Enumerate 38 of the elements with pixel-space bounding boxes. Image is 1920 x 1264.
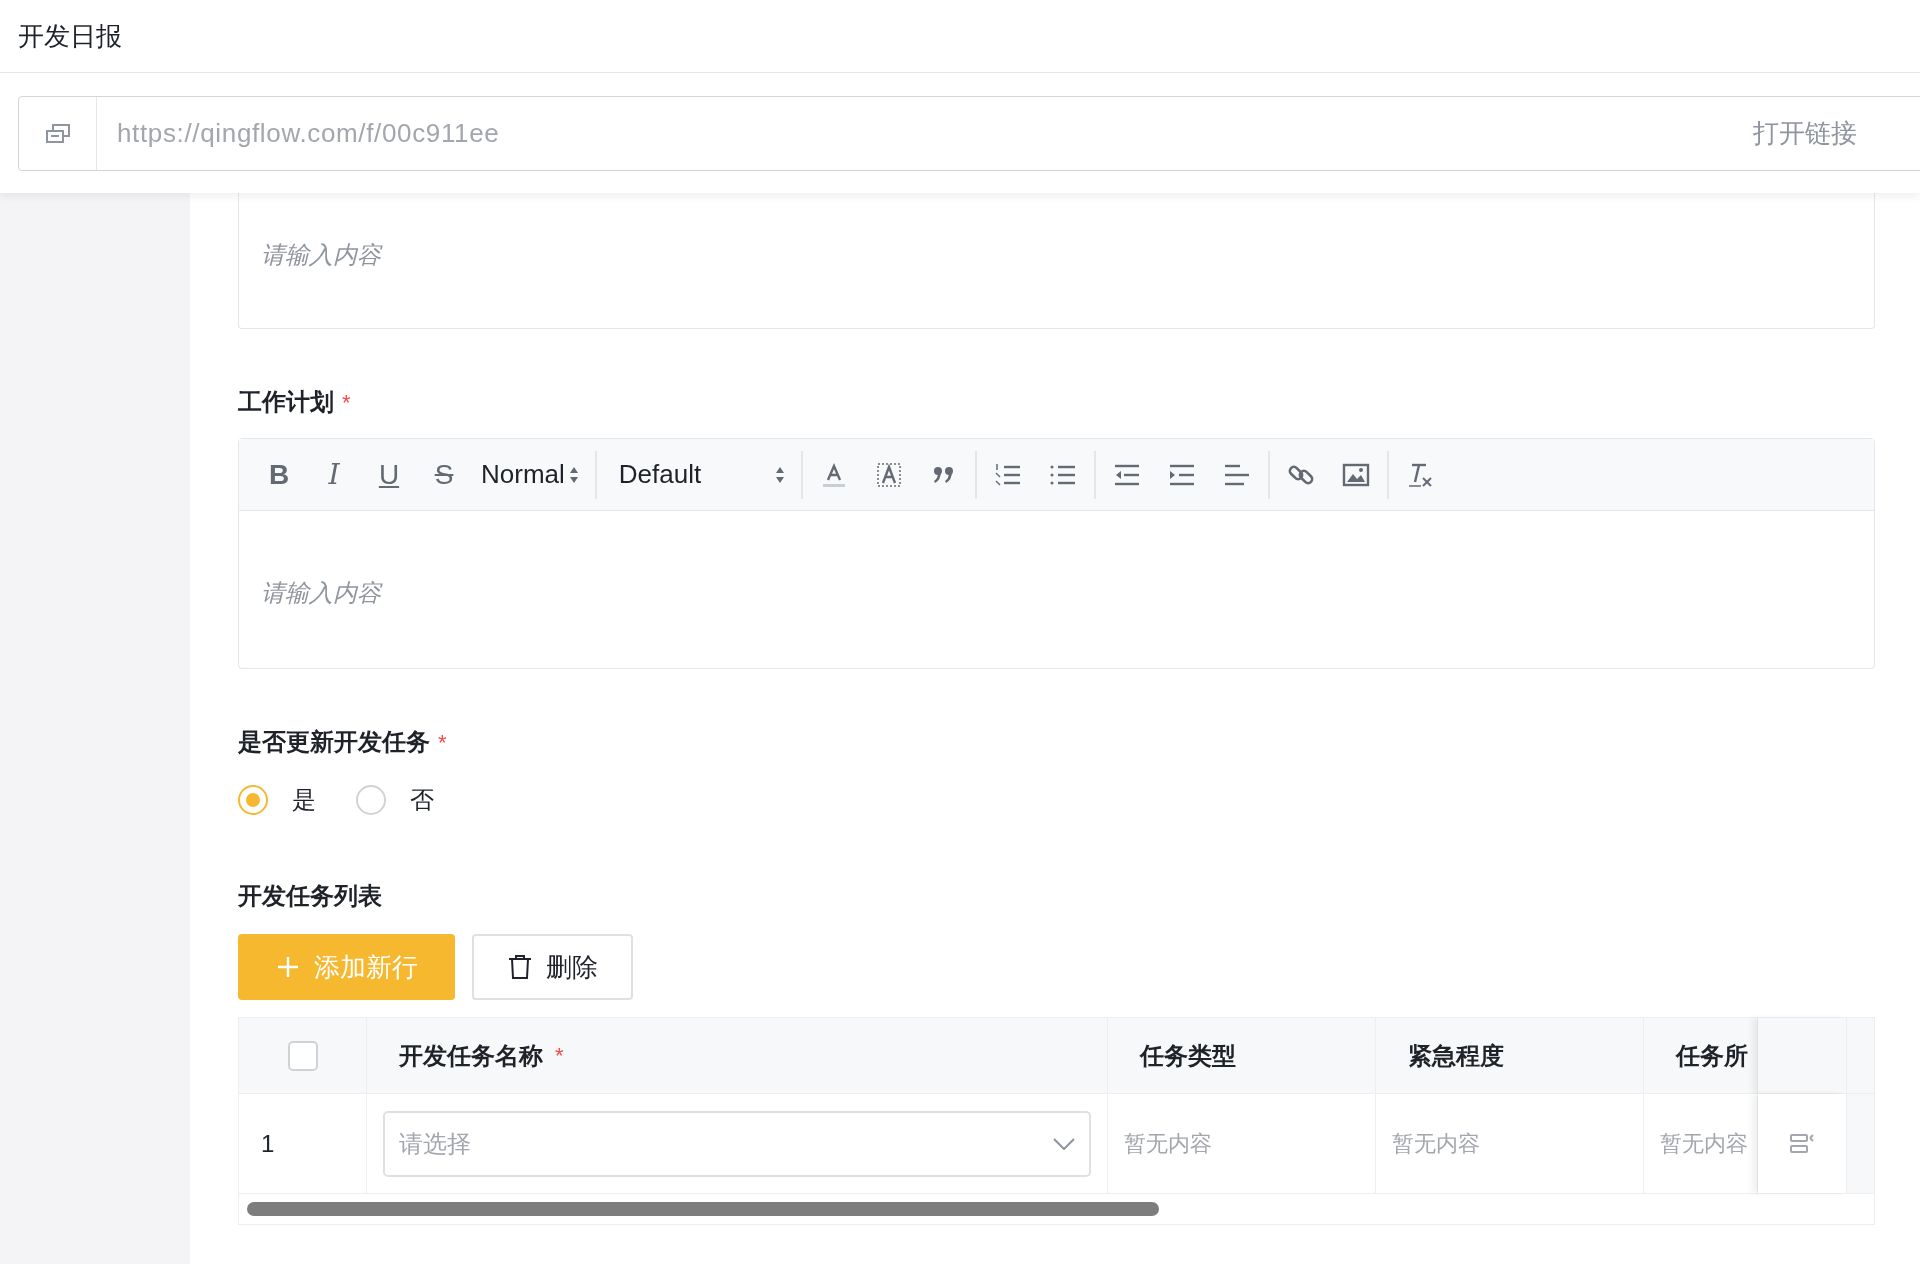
copy-icon[interactable] xyxy=(44,122,71,145)
column-header: 任务所 xyxy=(1676,1040,1748,1071)
open-link[interactable]: 打开链接 xyxy=(1753,114,1857,153)
table-cell-text: 暂无内容 xyxy=(1124,1130,1212,1158)
field-label: 开发任务列表 xyxy=(238,881,382,911)
page-title: 开发日报 xyxy=(18,19,122,53)
editor-placeholder: 请输入内容 xyxy=(261,579,381,606)
select-all-checkbox[interactable] xyxy=(287,1040,318,1071)
italic-button[interactable]: I xyxy=(316,456,352,493)
font-dropdown[interactable]: Default xyxy=(612,455,785,494)
column-header: 任务类型 xyxy=(1140,1040,1236,1071)
table-cell-text: 暂无内容 xyxy=(1392,1130,1480,1158)
field-label: 工作计划 xyxy=(238,387,334,417)
url-text: https://qingflow.com/f/00c911ee xyxy=(117,117,500,150)
field-label: 是否更新开发任务 xyxy=(238,727,430,757)
row-number: 1 xyxy=(261,1128,275,1159)
underline-button[interactable]: U xyxy=(371,456,407,493)
column-header: 紧急程度 xyxy=(1408,1040,1504,1071)
table-cell-text: 暂无内容 xyxy=(1660,1130,1748,1158)
updown-caret-icon xyxy=(568,465,579,484)
required-mark: * xyxy=(555,1042,564,1070)
size-dropdown[interactable]: Normal xyxy=(481,455,579,494)
trash-icon xyxy=(507,954,532,980)
strikethrough-button[interactable]: S xyxy=(426,456,462,493)
delete-button[interactable]: 删除 xyxy=(472,934,633,1000)
editor-placeholder: 请输入内容 xyxy=(261,241,381,268)
horizontal-scrollbar[interactable] xyxy=(247,1202,1159,1216)
bold-button[interactable]: B xyxy=(261,456,297,493)
editor-area[interactable]: 请输入内容 xyxy=(239,511,1874,668)
editor-area[interactable]: 请输入内容 xyxy=(238,193,1875,329)
required-mark: * xyxy=(342,388,351,417)
column-header: 开发任务名称 xyxy=(399,1040,543,1071)
radio-option[interactable]: 否 xyxy=(356,782,434,818)
required-mark: * xyxy=(438,728,447,757)
plus-icon xyxy=(275,955,300,979)
chevron-down-icon xyxy=(1053,1137,1075,1150)
updown-caret-icon xyxy=(774,465,785,484)
radio-option[interactable]: 是 xyxy=(238,782,316,818)
